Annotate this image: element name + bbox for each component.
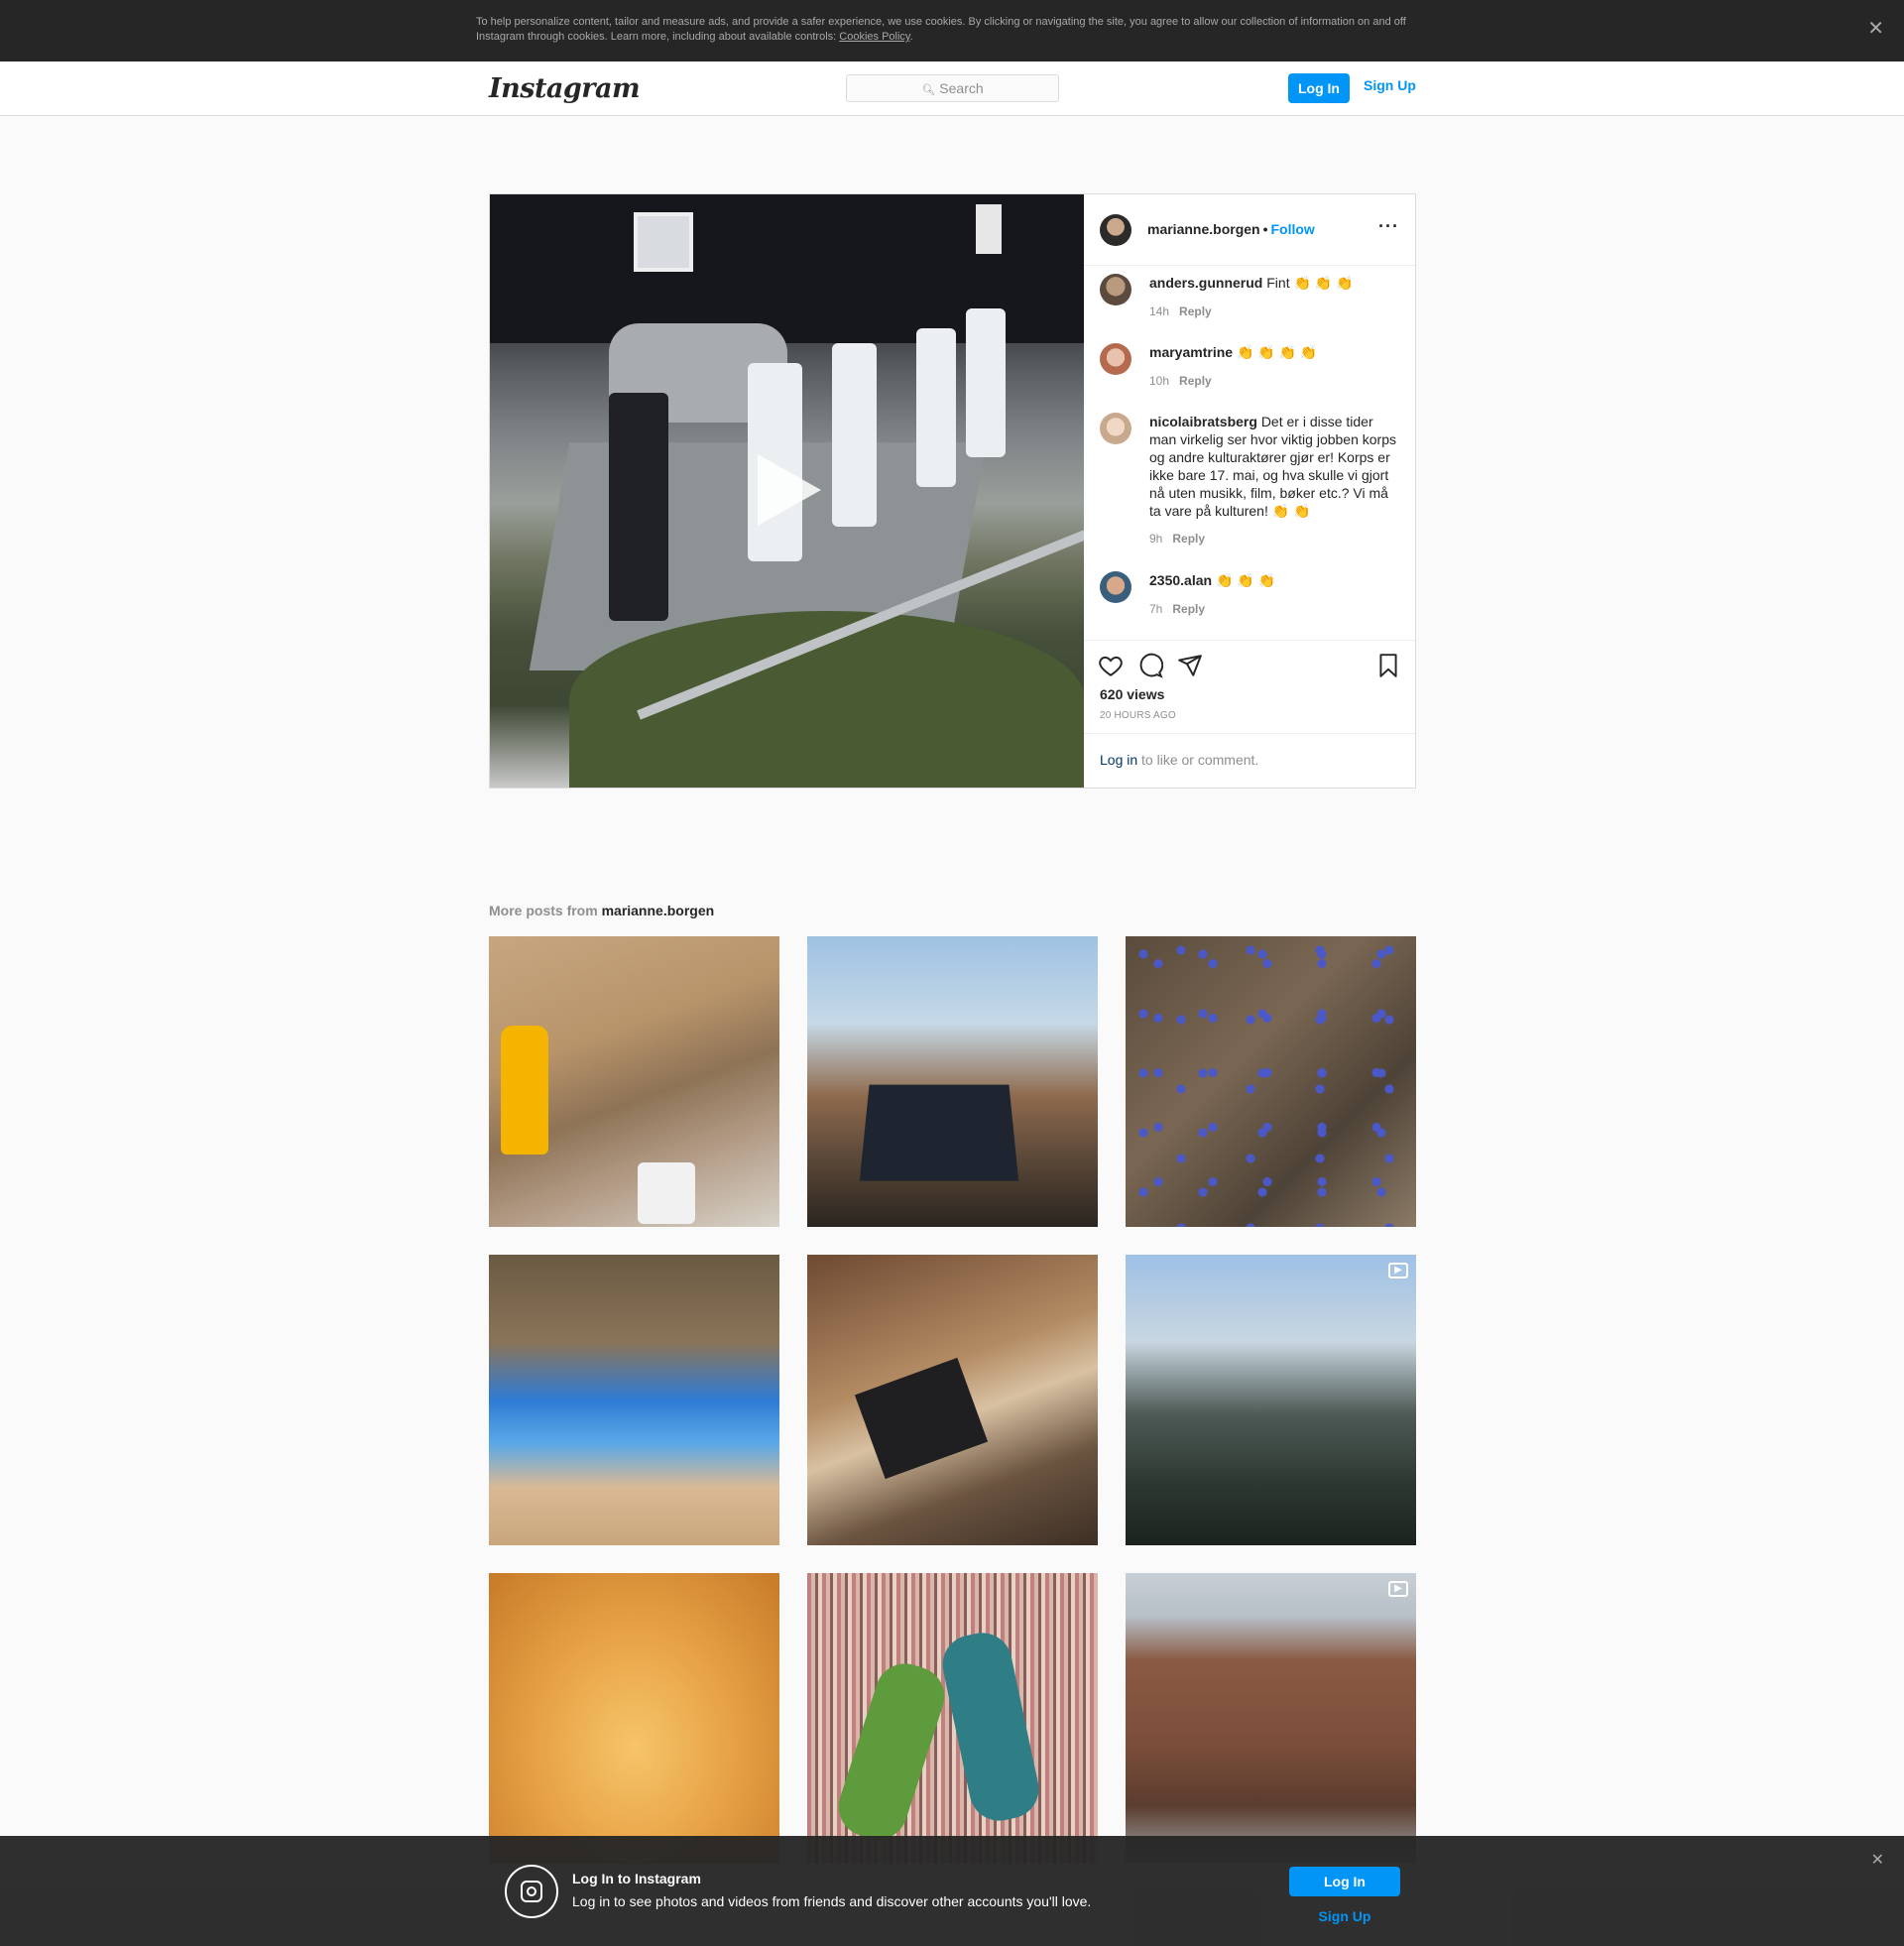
more-posts-prefix: More posts from — [489, 903, 602, 918]
login-banner-subtitle: Log in to see photos and videos from fri… — [572, 1893, 1092, 1909]
bookmark-icon[interactable] — [1375, 653, 1401, 678]
video-frame-person — [832, 343, 877, 527]
reply-button[interactable]: Reply — [1172, 532, 1205, 546]
camera-glyph — [521, 1881, 542, 1902]
video-icon: ▶ — [1388, 1263, 1408, 1278]
comment-username[interactable]: maryamtrine — [1149, 344, 1233, 360]
comment-meta: 7h Reply — [1149, 602, 1205, 616]
post-thumbnail[interactable] — [807, 936, 1098, 1227]
cookie-banner: To help personalize content, tailor and … — [0, 0, 1904, 61]
reply-button[interactable]: Reply — [1179, 304, 1212, 318]
post-video[interactable] — [490, 194, 1084, 788]
comment-meta: 9h Reply — [1149, 532, 1205, 546]
signup-link[interactable]: Sign Up — [1289, 1908, 1400, 1924]
login-to-comment: Log in to like or comment. — [1084, 733, 1415, 789]
comment-icon[interactable] — [1137, 653, 1164, 678]
login-button[interactable]: Log In — [1288, 73, 1350, 103]
post-thumbnail[interactable]: ▶ — [1126, 1573, 1416, 1864]
comment-age[interactable]: 7h — [1149, 602, 1162, 616]
comment-text: Fint 👏 👏 👏 — [1266, 275, 1354, 291]
cookies-policy-link[interactable]: Cookies Policy — [839, 31, 909, 43]
search-icon: 🔍︎ — [921, 84, 936, 96]
video-frame-window — [976, 204, 1002, 254]
comment-body: nicolaibratsberg Det er i disse tider ma… — [1149, 413, 1401, 520]
more-posts-title: More posts from marianne.borgen — [489, 903, 714, 918]
reply-button[interactable]: Reply — [1179, 374, 1212, 388]
post-thumbnail[interactable] — [807, 1573, 1098, 1864]
close-icon[interactable]: ✕ — [1871, 1850, 1884, 1870]
avatar[interactable] — [1100, 571, 1131, 603]
login-button[interactable]: Log In — [1289, 1867, 1400, 1896]
comment-age[interactable]: 14h — [1149, 304, 1169, 318]
signup-link[interactable]: Sign Up — [1364, 77, 1416, 93]
comment-meta: 10h Reply — [1149, 374, 1212, 388]
post-author: marianne.borgen • Follow — [1147, 221, 1315, 237]
post-actions: 620 views 20 HOURS AGO Log in to like or… — [1084, 640, 1415, 789]
separator: • — [1262, 221, 1268, 237]
author-username[interactable]: marianne.borgen — [1147, 221, 1260, 237]
avatar[interactable] — [1100, 274, 1131, 305]
search-input[interactable]: 🔍︎ Search — [846, 74, 1059, 102]
close-icon[interactable]: ✕ — [1867, 16, 1884, 41]
login-link[interactable]: Log in — [1100, 752, 1137, 768]
post-thumbnail[interactable] — [489, 1573, 779, 1864]
video-icon: ▶ — [1388, 1581, 1408, 1597]
video-frame-window — [634, 212, 693, 272]
heart-icon[interactable] — [1098, 653, 1124, 678]
more-posts-username[interactable]: marianne.borgen — [602, 903, 715, 918]
instagram-logo[interactable]: Instagram — [489, 73, 641, 104]
search-placeholder: Search — [939, 80, 984, 96]
avatar[interactable] — [1100, 413, 1131, 444]
avatar[interactable] — [1100, 214, 1131, 246]
comment-username[interactable]: nicolaibratsberg — [1149, 414, 1257, 429]
play-icon[interactable] — [758, 454, 821, 526]
more-options-icon[interactable]: ··· — [1378, 216, 1399, 237]
top-nav: Instagram 🔍︎ Search Log In Sign Up — [0, 61, 1904, 116]
post-thumbnail[interactable] — [1126, 936, 1416, 1227]
post-sidebar: marianne.borgen • Follow ··· anders.gunner… — [1084, 194, 1415, 788]
comment-body: 2350.alan 👏 👏 👏 — [1149, 571, 1401, 589]
video-frame-person — [966, 308, 1006, 457]
comment-username[interactable]: 2350.alan — [1149, 572, 1212, 588]
follow-button[interactable]: Follow — [1271, 221, 1315, 237]
comment-text: 👏 👏 👏 👏 — [1236, 344, 1318, 360]
cookie-message: To help personalize content, tailor and … — [476, 16, 1406, 43]
post-header: marianne.borgen • Follow ··· — [1084, 194, 1415, 266]
avatar[interactable] — [1100, 343, 1131, 375]
post-thumbnail[interactable] — [489, 1255, 779, 1545]
comment-age[interactable]: 9h — [1149, 532, 1162, 546]
share-icon[interactable] — [1177, 653, 1203, 678]
comment-body: maryamtrine 👏 👏 👏 👏 — [1149, 343, 1401, 361]
comment-username[interactable]: anders.gunnerud — [1149, 275, 1262, 291]
video-frame-person — [916, 328, 956, 487]
post-card: marianne.borgen • Follow ··· anders.gunner… — [489, 193, 1416, 789]
login-prompt-text: to like or comment. — [1137, 752, 1259, 768]
reply-button[interactable]: Reply — [1172, 602, 1205, 616]
comment-text: 👏 👏 👏 — [1215, 572, 1276, 588]
instagram-camera-icon — [505, 1865, 558, 1918]
login-banner-title: Log In to Instagram — [572, 1871, 701, 1886]
view-count[interactable]: 620 views — [1100, 686, 1164, 702]
login-banner: Log In to Instagram Log in to see photos… — [0, 1836, 1904, 1946]
cookie-text: To help personalize content, tailor and … — [476, 15, 1428, 45]
comment-age[interactable]: 10h — [1149, 374, 1169, 388]
video-frame-person — [609, 393, 668, 621]
post-thumbnail[interactable] — [807, 1255, 1098, 1545]
post-thumbnail[interactable]: ▶ — [1126, 1255, 1416, 1545]
comment-body: anders.gunnerud Fint 👏 👏 👏 — [1149, 274, 1401, 292]
comment-meta: 14h Reply — [1149, 304, 1212, 318]
post-timestamp[interactable]: 20 HOURS AGO — [1100, 710, 1176, 721]
cookie-period: . — [909, 31, 913, 43]
post-thumbnail[interactable] — [489, 936, 779, 1227]
